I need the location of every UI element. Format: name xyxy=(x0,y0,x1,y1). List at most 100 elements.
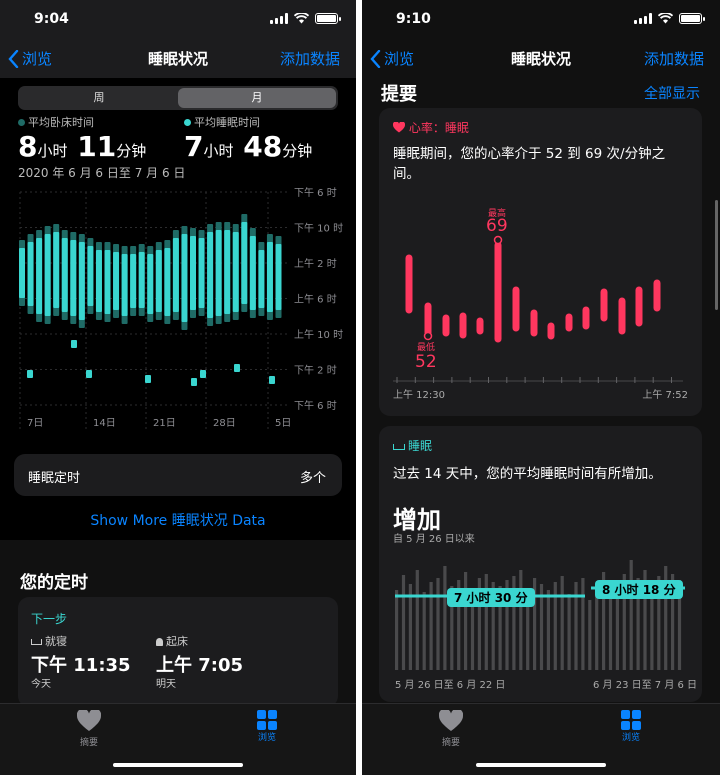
add-data-button[interactable]: 添加数据 xyxy=(644,48,704,69)
asleep-average: 7小时 48分钟 xyxy=(184,130,312,163)
schedule-row-value: 多个 xyxy=(299,471,326,486)
bedtime-label: 就寝 xyxy=(45,635,67,648)
show-all-link[interactable]: 全部显示 xyxy=(644,83,700,103)
tab-summary-label: 摘要 xyxy=(441,738,460,748)
browse-grid-icon xyxy=(257,710,277,730)
asleep-hours: 7 xyxy=(184,130,204,163)
trend-bar xyxy=(560,576,564,670)
trend-bar xyxy=(629,560,633,670)
segment-month[interactable]: 月 xyxy=(178,88,336,108)
trend-bar xyxy=(415,570,419,670)
asleep-legend: 平均睡眠时间 xyxy=(194,116,260,129)
next-schedule-card[interactable]: 下一步 就寝 下午 11:35 今天 起床 上午 7:05 明天 xyxy=(18,597,338,707)
tab-browse[interactable]: 浏览 xyxy=(596,710,666,743)
asleep-bar xyxy=(61,238,68,312)
home-indicator xyxy=(113,763,243,767)
hr-x-end: 上午 7:52 xyxy=(642,390,688,401)
asleep-bar xyxy=(198,238,205,308)
highlights-title: 提要 xyxy=(381,84,417,105)
status-bar: 9:10 xyxy=(362,0,720,40)
in-bed-minutes: 11 xyxy=(77,130,117,163)
trend-bar xyxy=(581,578,585,670)
trend-bar xyxy=(546,590,550,670)
tab-summary[interactable]: 摘要 xyxy=(416,708,486,748)
sleep-trend-chart xyxy=(395,560,685,670)
hr-min-value: 52 xyxy=(415,352,437,372)
heart-rate-tag-label: 心率：睡眠 xyxy=(408,121,469,135)
status-time: 9:10 xyxy=(396,11,431,27)
status-time: 9:04 xyxy=(34,11,69,27)
bed-icon xyxy=(393,443,405,450)
asleep-bar xyxy=(155,250,162,312)
trend-bar xyxy=(436,578,440,670)
segment-week[interactable]: 周 xyxy=(20,88,178,108)
trend-bar xyxy=(567,594,571,670)
sleep-tag: 睡眠 xyxy=(393,437,432,454)
heart-rate-card[interactable]: 心率：睡眠 睡眠期间，您的心率介于 52 到 69 次/分钟之间。 最高 69 … xyxy=(379,108,702,416)
heart-rate-chart xyxy=(393,235,683,383)
y-axis-label: 上午 2 时 xyxy=(294,257,337,270)
battery-icon xyxy=(315,13,341,24)
in-bed-legend: 平均卧床时间 xyxy=(28,116,94,129)
heart-rate-text: 睡眠期间，您的心率介于 52 到 69 次/分钟之间。 xyxy=(393,146,666,182)
range-old: 5 月 26 日至 6 月 22 日 xyxy=(395,680,506,691)
bedtime-time: 下午 11:35 xyxy=(31,655,131,676)
nav-bar: 浏览 睡眠状况 添加数据 xyxy=(362,40,720,76)
asleep-fragment xyxy=(234,364,240,372)
avg-old-badge: 7 小时 30 分 xyxy=(447,588,535,607)
y-axis-label: 下午 10 时 xyxy=(294,222,343,235)
scroll-indicator[interactable] xyxy=(715,200,718,310)
add-data-button[interactable]: 添加数据 xyxy=(280,48,340,69)
x-axis-label: 14日 xyxy=(93,418,116,429)
asleep-bar xyxy=(87,246,94,306)
heart-icon xyxy=(438,708,464,731)
heart-rate-tag: 心率：睡眠 xyxy=(392,119,469,136)
next-label: 下一步 xyxy=(31,612,68,626)
tab-browse-label: 浏览 xyxy=(621,733,640,743)
avg-new-badge: 8 小时 18 分 xyxy=(595,580,683,599)
asleep-bar xyxy=(266,242,273,312)
browse-grid-icon xyxy=(621,710,641,730)
x-axis-label: 5日 xyxy=(275,418,291,429)
trend-bar xyxy=(422,592,426,670)
hr-x-start: 上午 12:30 xyxy=(393,390,445,401)
sleep-schedule-row[interactable]: 睡眠定时 多个 xyxy=(14,454,342,496)
asleep-fragment xyxy=(269,376,275,384)
minutes-unit: 分钟 xyxy=(116,142,147,160)
period-segmented-control: 周 月 xyxy=(18,86,338,110)
asleep-bar xyxy=(27,242,34,306)
trend-bar xyxy=(464,572,468,670)
asleep-bar xyxy=(19,248,25,298)
tab-summary-label: 摘要 xyxy=(79,738,98,748)
asleep-bar xyxy=(241,222,248,304)
bedtime-day: 今天 xyxy=(31,679,51,690)
show-more-link[interactable]: Show More 睡眠状况 Data xyxy=(0,510,356,530)
asleep-fragment xyxy=(191,378,197,386)
schedule-title: 您的定时 xyxy=(20,573,88,593)
range-new: 6 月 23 日至 7 月 6 日 xyxy=(593,680,698,691)
sleep-text: 过去 14 天中，您的平均睡眠时间有所增加。 xyxy=(393,466,662,482)
sleep-chart[interactable]: 下午 6 时下午 10 时上午 2 时上午 6 时上午 10 时下午 2 时下午… xyxy=(0,180,356,435)
asleep-bar xyxy=(249,236,256,310)
sleep-card[interactable]: 睡眠 过去 14 天中，您的平均睡眠时间有所增加。 增加 自 5 月 26 日以… xyxy=(379,426,702,702)
hours-unit: 小时 xyxy=(203,142,234,160)
minutes-unit: 分钟 xyxy=(282,142,313,160)
asleep-fragment xyxy=(71,340,77,348)
status-bar: 9:04 xyxy=(0,0,356,40)
asleep-minutes: 48 xyxy=(243,130,283,163)
asleep-bar xyxy=(130,254,137,308)
tab-browse[interactable]: 浏览 xyxy=(232,710,302,743)
right-screen: 9:10 浏览 睡眠状况 添加数据 提要 全部显示 心率：睡眠 睡眠期间，您的心… xyxy=(362,0,720,775)
trend-bar xyxy=(588,600,592,670)
schedule-row-label: 睡眠定时 xyxy=(28,471,81,486)
wake-day: 明天 xyxy=(156,679,176,690)
nav-bar: 浏览 睡眠状况 添加数据 xyxy=(0,40,356,76)
asleep-fragment xyxy=(86,370,92,378)
date-range: 2020 年 6 月 6 日至 7 月 6 日 xyxy=(18,166,186,180)
x-axis-label: 7日 xyxy=(27,418,43,429)
alarm-bell-icon xyxy=(156,638,163,646)
asleep-bar xyxy=(232,232,239,312)
hr-max-marker xyxy=(493,235,503,245)
tab-bar: 摘要 浏览 xyxy=(362,703,720,775)
tab-summary[interactable]: 摘要 xyxy=(54,708,124,748)
